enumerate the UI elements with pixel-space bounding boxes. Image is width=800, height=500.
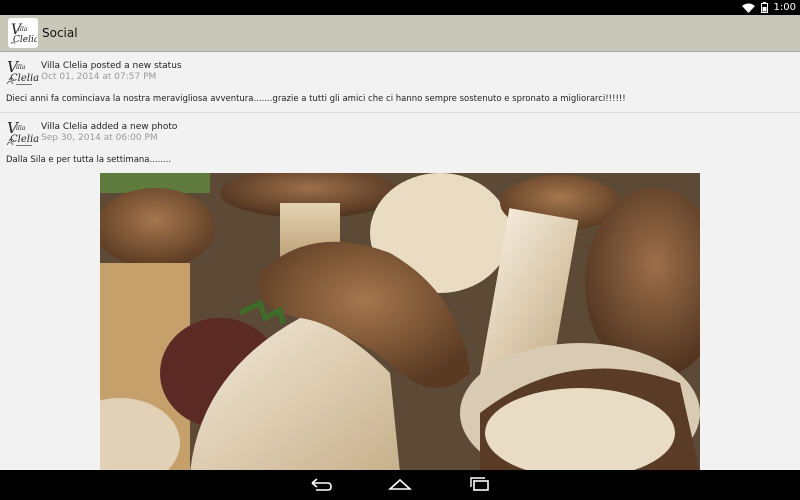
app-bar: V illa Clelia Social bbox=[0, 15, 800, 52]
post-text: Dalla Sila e per tutta la settimana.....… bbox=[6, 155, 172, 165]
post-header: V illa Clelia Villa Clelia posted a new … bbox=[6, 58, 794, 88]
post-meta: Villa Clelia posted a new status Oct 01,… bbox=[41, 58, 182, 82]
wifi-icon bbox=[741, 3, 755, 13]
svg-text:Clelia: Clelia bbox=[13, 35, 37, 45]
feed[interactable]: V illa Clelia Villa Clelia posted a new … bbox=[0, 52, 800, 470]
app-logo-icon[interactable]: V illa Clelia bbox=[8, 18, 38, 48]
home-icon[interactable] bbox=[387, 476, 413, 495]
svg-text:illa: illa bbox=[16, 64, 26, 71]
feed-post: V illa Clelia Villa Clelia added a new p… bbox=[0, 113, 800, 470]
post-date: Oct 01, 2014 at 07:57 PM bbox=[41, 72, 157, 82]
svg-text:Clelia: Clelia bbox=[10, 134, 39, 145]
status-bar: 1:00 bbox=[0, 0, 800, 15]
post-date: Sep 30, 2014 at 06:00 PM bbox=[41, 133, 158, 143]
svg-text:Clelia: Clelia bbox=[10, 73, 39, 84]
feed-post: V illa Clelia Villa Clelia posted a new … bbox=[0, 52, 800, 113]
mushroom-photo-icon bbox=[100, 173, 700, 470]
post-author[interactable]: Villa Clelia bbox=[41, 122, 88, 132]
status-time: 1:00 bbox=[773, 2, 796, 13]
post-author[interactable]: Villa Clelia bbox=[41, 61, 88, 71]
battery-icon bbox=[760, 2, 768, 13]
post-meta: Villa Clelia added a new photo Sep 30, 2… bbox=[41, 119, 177, 143]
svg-text:illa: illa bbox=[18, 26, 28, 33]
back-icon[interactable] bbox=[308, 476, 332, 495]
status-icons: 1:00 bbox=[741, 0, 796, 15]
recents-icon[interactable] bbox=[468, 476, 492, 495]
post-text: Dieci anni fa cominciava la nostra merav… bbox=[6, 94, 626, 104]
post-headline: Villa Clelia posted a new status bbox=[41, 61, 182, 71]
post-headline: Villa Clelia added a new photo bbox=[41, 122, 177, 132]
post-photo[interactable] bbox=[100, 173, 700, 470]
author-avatar-icon[interactable]: V illa Clelia bbox=[6, 58, 39, 88]
navigation-bar bbox=[0, 470, 800, 500]
svg-text:illa: illa bbox=[16, 125, 26, 132]
author-avatar-icon[interactable]: V illa Clelia bbox=[6, 119, 39, 149]
post-action: added a new photo bbox=[90, 122, 178, 132]
post-action: posted a new status bbox=[90, 61, 182, 71]
app-title: Social bbox=[42, 26, 78, 40]
post-header: V illa Clelia Villa Clelia added a new p… bbox=[6, 119, 794, 149]
